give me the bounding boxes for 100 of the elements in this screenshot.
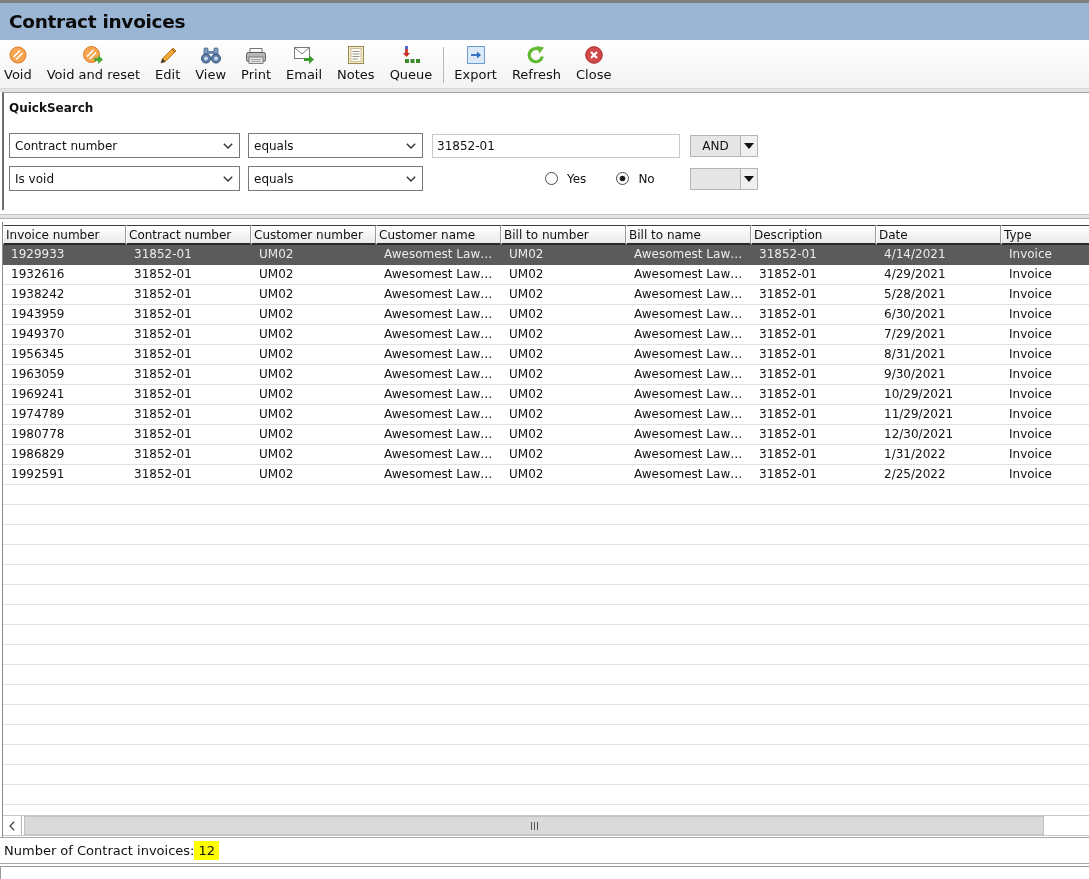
operator-dropdown[interactable]: equals xyxy=(248,166,423,191)
table-cell-text: 31852-01 xyxy=(758,306,818,323)
table-row[interactable]: 1929933 31852-01 UM02 Awesomest Law… UM02 Awesomest Law… 31852-01 4/14/2021 Invoice xyxy=(3,245,1089,265)
table-cell-text: Awesomest Law… xyxy=(383,306,494,323)
table-row[interactable]: 1963059 31852-01 UM02 Awesomest Law… UM02 Awesomest Law… 31852-01 9/30/2021 Invoice xyxy=(3,365,1089,385)
table-cell-text: 31852-01 xyxy=(133,306,193,323)
conjunction-dropdown[interactable] xyxy=(690,167,758,190)
table-cell-text: Invoice xyxy=(1008,346,1053,363)
column-header[interactable]: Invoice number xyxy=(3,225,126,245)
chevron-down-icon xyxy=(223,175,233,182)
close-icon xyxy=(584,46,603,64)
table-cell-text: Awesomest Law… xyxy=(383,326,494,343)
refresh-button[interactable]: Refresh xyxy=(509,45,563,82)
table-row[interactable]: 1949370 31852-01 UM02 Awesomest Law… UM02 Awesomest Law… 31852-01 7/29/2021 Invoice xyxy=(3,325,1089,345)
refresh-icon xyxy=(527,46,546,64)
table-cell-text: 2/25/2022 xyxy=(883,466,947,483)
table-cell-text: Awesomest Law… xyxy=(383,246,494,263)
chevron-down-icon xyxy=(223,142,233,149)
table-cell-text: UM02 xyxy=(258,406,295,423)
table-row[interactable]: 1969241 31852-01 UM02 Awesomest Law… UM02 Awesomest Law… 31852-01 10/29/2021 Invoice xyxy=(3,385,1089,405)
table-cell-text: Invoice xyxy=(1008,286,1053,303)
table-row[interactable]: 1980778 31852-01 UM02 Awesomest Law… UM02 Awesomest Law… 31852-01 12/30/2021 Invoice xyxy=(3,425,1089,445)
table-cell-text: Invoice xyxy=(1008,466,1053,483)
table-cell-text: 1986829 xyxy=(10,446,66,463)
notes-button[interactable]: Notes xyxy=(335,45,377,82)
table-cell-text: UM02 xyxy=(508,446,545,463)
table-cell-text: 1943959 xyxy=(10,306,66,323)
field-dropdown[interactable]: Contract number xyxy=(9,133,240,158)
table-cell-text: Awesomest Law… xyxy=(633,266,744,283)
table-cell-text: 1974789 xyxy=(10,406,66,423)
table-cell-text: UM02 xyxy=(508,406,545,423)
printer-icon xyxy=(246,48,267,64)
horizontal-scrollbar[interactable] xyxy=(3,815,1089,836)
table-cell-text: UM02 xyxy=(258,306,295,323)
column-header[interactable]: Type xyxy=(1001,225,1089,245)
column-header[interactable]: Bill to name xyxy=(626,225,751,245)
column-header[interactable]: Description xyxy=(751,225,876,245)
radio-option[interactable]: Yes xyxy=(545,171,587,186)
table-cell-text: 31852-01 xyxy=(133,446,193,463)
column-header[interactable]: Date xyxy=(876,225,1001,245)
column-header[interactable]: Bill to number xyxy=(501,225,626,245)
operator-dropdown[interactable]: equals xyxy=(248,133,423,158)
grip-icon xyxy=(530,821,538,830)
table-cell-text: 1969241 xyxy=(10,386,66,403)
table-cell-text: 1949370 xyxy=(10,326,66,343)
value-field[interactable]: 31852-01 xyxy=(432,133,680,158)
table-cell-text: Awesomest Law… xyxy=(633,306,744,323)
table-cell-text: Invoice xyxy=(1008,426,1053,443)
table-cell-text: UM02 xyxy=(508,246,545,263)
table-cell-text: Invoice xyxy=(1008,266,1053,283)
column-header[interactable]: Customer name xyxy=(376,225,501,245)
table-cell-text: UM02 xyxy=(258,386,295,403)
table-row[interactable]: 1992591 31852-01 UM02 Awesomest Law… UM02 Awesomest Law… 31852-01 2/25/2022 Invoice xyxy=(3,465,1089,485)
invoice-count: 12 xyxy=(194,841,220,860)
table-cell-text: Invoice xyxy=(1008,366,1053,383)
email-button[interactable]: Email xyxy=(284,45,325,82)
table-cell-text: 4/29/2021 xyxy=(883,266,947,283)
void-button[interactable]: Void xyxy=(2,45,34,82)
field-dropdown[interactable]: Is void xyxy=(9,166,240,191)
scrollbar-thumb[interactable] xyxy=(24,816,1044,835)
table-cell-text: UM02 xyxy=(508,346,545,363)
table-cell-text: 1932616 xyxy=(10,266,66,283)
table-row[interactable]: 1956345 31852-01 UM02 Awesomest Law… UM02 Awesomest Law… 31852-01 8/31/2021 Invoice xyxy=(3,345,1089,365)
window-title: Contract invoices xyxy=(9,11,186,32)
arrow-box-icon xyxy=(466,46,485,64)
table-cell-text: 31852-01 xyxy=(758,366,818,383)
queue-button[interactable]: Queue xyxy=(387,45,435,82)
table-cell-text: Awesomest Law… xyxy=(633,446,744,463)
table-row[interactable]: 1974789 31852-01 UM02 Awesomest Law… UM02 Awesomest Law… 31852-01 11/29/2021 Invoice xyxy=(3,405,1089,425)
notepad-icon xyxy=(347,46,364,64)
table-cell-text: 31852-01 xyxy=(758,426,818,443)
print-button[interactable]: Print xyxy=(239,45,273,82)
table-cell-text: Invoice xyxy=(1008,386,1053,403)
table-cell-text: 11/29/2021 xyxy=(883,406,955,423)
table-cell-text: 31852-01 xyxy=(133,266,193,283)
table-cell-text: Awesomest Law… xyxy=(383,366,494,383)
column-header[interactable]: Customer number xyxy=(251,225,376,245)
table-row[interactable]: 1943959 31852-01 UM02 Awesomest Law… UM02 Awesomest Law… 31852-01 6/30/2021 Invoice xyxy=(3,305,1089,325)
column-header[interactable]: Contract number xyxy=(126,225,251,245)
table-row[interactable]: 1938242 31852-01 UM02 Awesomest Law… UM02 Awesomest Law… 31852-01 5/28/2021 Invoice xyxy=(3,285,1089,305)
table-cell-text: 1938242 xyxy=(10,286,66,303)
table-cell-text: UM02 xyxy=(508,386,545,403)
export-button[interactable]: Export xyxy=(452,45,499,82)
table-cell-text: UM02 xyxy=(508,426,545,443)
table-cell-text: Awesomest Law… xyxy=(383,466,494,483)
splitter-bar[interactable] xyxy=(0,214,1089,219)
table-cell-text: 6/30/2021 xyxy=(883,306,947,323)
void-reset-button[interactable]: Void and reset xyxy=(44,45,143,82)
table-cell-text: Awesomest Law… xyxy=(633,346,744,363)
table-cell-text: Invoice xyxy=(1008,326,1053,343)
edit-button[interactable]: Edit xyxy=(153,45,183,82)
table-row[interactable]: 1986829 31852-01 UM02 Awesomest Law… UM02 Awesomest Law… 31852-01 1/31/2022 Invoice xyxy=(3,445,1089,465)
close-button[interactable]: Close xyxy=(574,45,614,82)
table-cell-text: UM02 xyxy=(258,426,295,443)
view-button[interactable]: View xyxy=(193,45,229,82)
table-cell-text: Awesomest Law… xyxy=(633,466,744,483)
table-cell-text: 31852-01 xyxy=(758,266,818,283)
table-cell-text: Awesomest Law… xyxy=(633,406,744,423)
radio-option[interactable]: No xyxy=(616,171,655,186)
table-row[interactable]: 1932616 31852-01 UM02 Awesomest Law… UM02 Awesomest Law… 31852-01 4/29/2021 Invoice xyxy=(3,265,1089,285)
